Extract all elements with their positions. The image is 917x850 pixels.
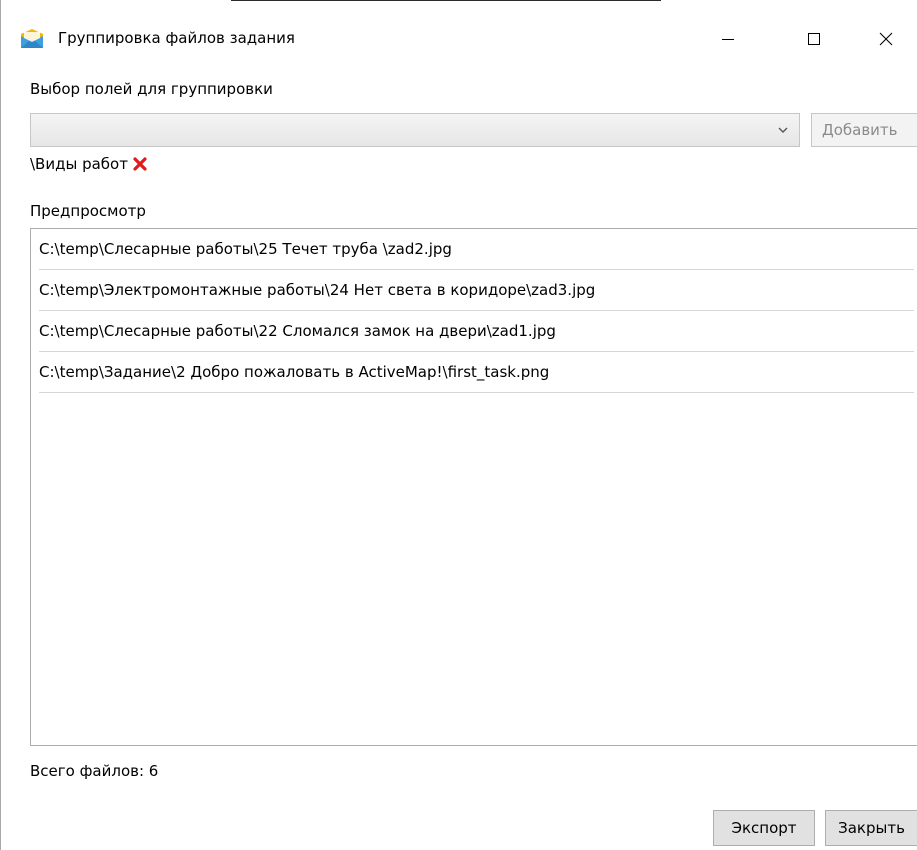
- preview-label: Предпросмотр: [30, 202, 146, 220]
- list-item[interactable]: C:\temp\Электромонтажные работы\24 Нет с…: [39, 270, 914, 311]
- chevron-down-icon: [776, 123, 790, 137]
- close-icon: [879, 32, 893, 50]
- title-bar[interactable]: Группировка файлов задания: [1, 0, 917, 82]
- list-item[interactable]: C:\temp\Задание\2 Добро пожаловать в Act…: [39, 352, 914, 393]
- preview-list[interactable]: C:\temp\Слесарные работы\25 Течет труба …: [30, 228, 917, 746]
- minimize-icon: [721, 32, 735, 50]
- close-window-button[interactable]: [863, 0, 909, 82]
- minimize-button[interactable]: [705, 0, 751, 82]
- selected-field-chip: \Виды работ: [30, 153, 147, 175]
- selected-field-label: \Виды работ: [30, 155, 128, 173]
- close-button[interactable]: Закрыть: [825, 810, 917, 846]
- grouping-field-select[interactable]: [30, 113, 800, 147]
- maximize-icon: [807, 32, 821, 50]
- add-field-button[interactable]: Добавить: [811, 113, 917, 147]
- total-files-count: Всего файлов: 6: [30, 762, 159, 780]
- export-button[interactable]: Экспорт: [713, 810, 815, 846]
- window-title: Группировка файлов задания: [58, 29, 295, 47]
- grouping-fields-label: Выбор полей для группировки: [30, 80, 273, 98]
- maximize-button[interactable]: [791, 0, 837, 82]
- remove-x-icon[interactable]: [133, 157, 147, 171]
- list-item[interactable]: C:\temp\Слесарные работы\22 Сломался зам…: [39, 311, 914, 352]
- app-envelope-icon: [20, 28, 44, 50]
- dialog-window: Группировка файлов задания Выбор полей д…: [0, 0, 917, 850]
- list-item[interactable]: C:\temp\Слесарные работы\25 Течет труба …: [39, 229, 914, 270]
